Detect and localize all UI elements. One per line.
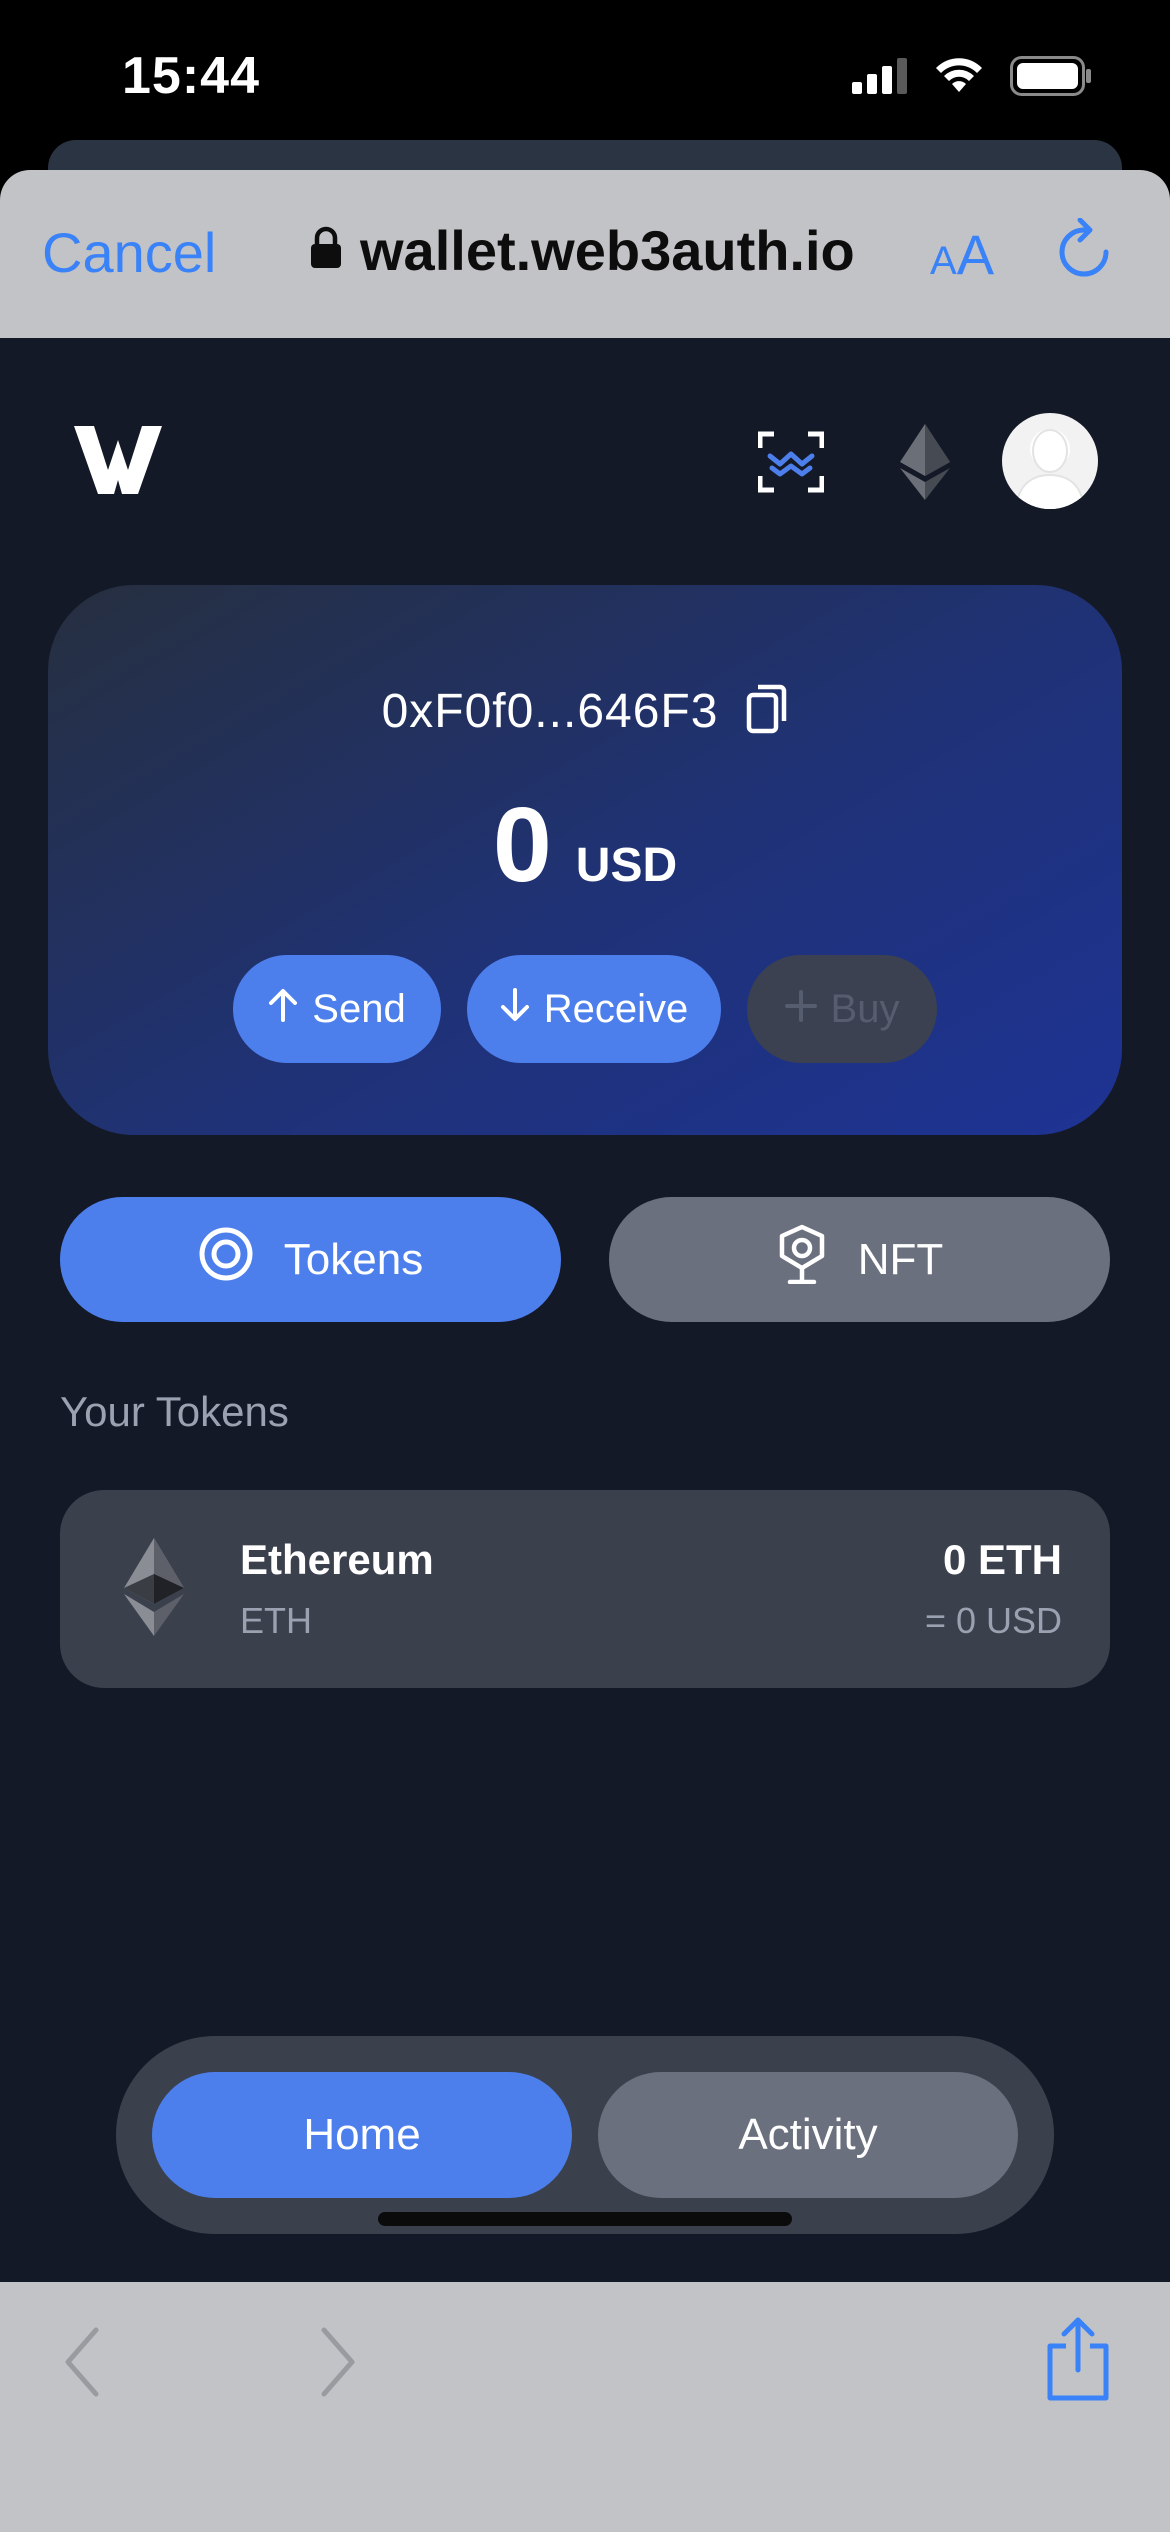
url-text: wallet.web3auth.io xyxy=(360,219,855,282)
status-icons xyxy=(852,56,1092,101)
ethereum-network-icon[interactable] xyxy=(900,424,950,505)
balance-currency: USD xyxy=(575,839,678,892)
address-bar[interactable]: wallet.web3auth.io xyxy=(310,218,855,283)
receive-button[interactable]: Receive xyxy=(467,955,721,1063)
receive-label: Receive xyxy=(543,986,689,1031)
cellular-signal-icon xyxy=(852,58,908,99)
share-icon[interactable] xyxy=(1044,2316,1112,2407)
wifi-icon xyxy=(934,58,984,99)
status-bar: 15:44 xyxy=(0,0,1170,150)
forward-arrow-icon[interactable] xyxy=(316,2324,360,2405)
battery-icon xyxy=(1010,56,1092,101)
your-tokens-heading: Your Tokens xyxy=(60,1388,289,1435)
web3auth-logo[interactable] xyxy=(72,420,164,501)
balance-amount: 0 xyxy=(492,786,552,904)
arrow-down-icon xyxy=(500,987,530,1032)
arrow-up-icon xyxy=(268,987,298,1032)
nav-activity-button[interactable]: Activity xyxy=(598,2072,1018,2198)
tab-nft[interactable]: NFT xyxy=(609,1197,1110,1322)
tab-tokens-label: Tokens xyxy=(283,1234,424,1284)
bottom-nav: Home Activity xyxy=(116,2036,1054,2234)
copy-icon[interactable] xyxy=(746,683,788,740)
text-size-small: A xyxy=(930,239,957,283)
balance-card: 0xF0f0...646F3 0 USD Send Receive Buy xyxy=(48,585,1122,1135)
buy-button[interactable]: Buy xyxy=(747,955,937,1063)
tab-tokens[interactable]: Tokens xyxy=(60,1197,561,1322)
home-indicator[interactable] xyxy=(378,2212,792,2226)
send-button[interactable]: Send xyxy=(233,955,441,1063)
wallet-app: 0xF0f0...646F3 0 USD Send Receive Buy To… xyxy=(0,338,1170,2282)
wallet-actions: Send Receive Buy xyxy=(48,955,1122,1063)
token-row-ethereum[interactable]: Ethereum ETH 0 ETH = 0 USD xyxy=(60,1490,1110,1688)
ethereum-icon xyxy=(124,1538,184,1641)
send-label: Send xyxy=(312,986,406,1031)
text-size-button[interactable]: AA xyxy=(930,222,994,287)
tab-nft-label: NFT xyxy=(857,1234,944,1284)
back-arrow-icon[interactable] xyxy=(60,2324,104,2405)
browser-bottom-toolbar xyxy=(0,2282,1170,2532)
balance-row: 0 USD xyxy=(48,785,1122,906)
browser-top-bar: Cancel wallet.web3auth.io AA xyxy=(0,170,1170,338)
tokens-icon xyxy=(198,1226,254,1293)
text-size-large: A xyxy=(956,223,995,286)
lock-icon xyxy=(310,218,342,283)
cancel-button[interactable]: Cancel xyxy=(42,220,216,285)
avatar[interactable] xyxy=(1002,413,1098,509)
status-time: 15:44 xyxy=(122,47,260,105)
token-name: Ethereum xyxy=(240,1536,434,1583)
nav-home-button[interactable]: Home xyxy=(152,2072,572,2198)
plus-icon xyxy=(784,987,817,1032)
reload-icon[interactable] xyxy=(1054,217,1114,287)
token-amount: 0 ETH xyxy=(942,1536,1062,1583)
token-usd-value: = 0 USD xyxy=(924,1600,1062,1641)
wallet-address: 0xF0f0...646F3 xyxy=(381,685,719,738)
buy-label: Buy xyxy=(830,986,900,1031)
address-row: 0xF0f0...646F3 xyxy=(48,683,1122,740)
nft-icon xyxy=(776,1224,828,1295)
token-symbol: ETH xyxy=(240,1600,312,1641)
walletconnect-scan-icon[interactable] xyxy=(757,430,825,499)
